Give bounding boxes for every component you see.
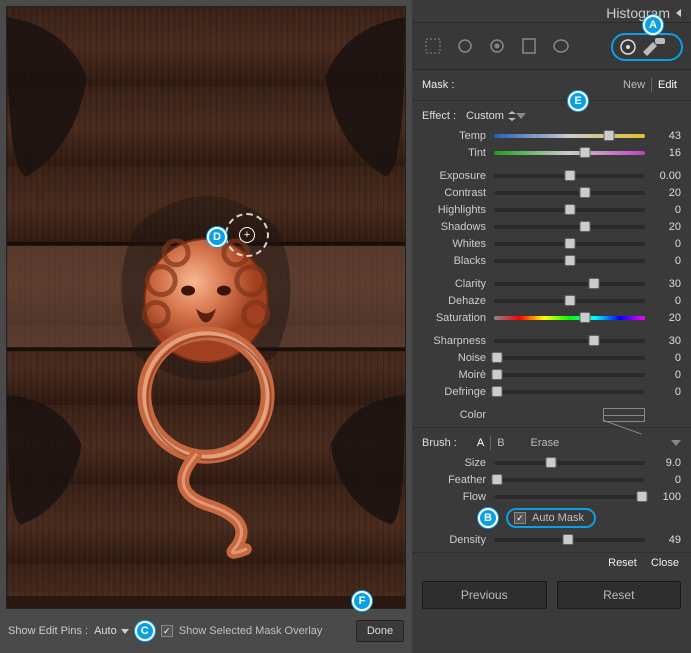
- image-canvas[interactable]: + D: [6, 6, 406, 609]
- slider-blacks[interactable]: [494, 259, 645, 263]
- mask-new-button[interactable]: New: [619, 79, 649, 91]
- slider-label-noise: Noise: [422, 352, 494, 364]
- callout-c: C: [135, 621, 155, 641]
- slider-value-dehaze: 0: [645, 295, 681, 307]
- brush-cursor: +: [225, 213, 269, 257]
- reset-button[interactable]: Reset: [557, 581, 682, 609]
- slider-label-moirè: Moirè: [422, 369, 494, 381]
- slider-label-defringe: Defringe: [422, 386, 494, 398]
- slider-temp[interactable]: [494, 134, 645, 138]
- previous-button[interactable]: Previous: [422, 581, 547, 609]
- slider-value-blacks: 0: [645, 255, 681, 267]
- effect-disclosure-icon[interactable]: [516, 113, 526, 119]
- slider-label-exposure: Exposure: [422, 170, 494, 182]
- slider-label-sharpness: Sharpness: [422, 335, 494, 347]
- auto-mask-label: Auto Mask: [532, 512, 584, 524]
- callout-a: A: [643, 15, 663, 35]
- local-adjustment-toolstrip: A: [412, 22, 691, 70]
- brush-a-button[interactable]: A: [473, 437, 488, 449]
- spot-tool-icon[interactable]: [454, 35, 476, 57]
- slider-label-size: Size: [422, 457, 494, 469]
- slider-flow[interactable]: [494, 495, 645, 499]
- slider-density[interactable]: [494, 538, 645, 542]
- slider-value-clarity: 30: [645, 278, 681, 290]
- slider-defringe[interactable]: [494, 390, 645, 394]
- slider-value-shadows: 20: [645, 221, 681, 233]
- effect-label: Effect :: [422, 110, 456, 122]
- slider-value-saturation: 20: [645, 312, 681, 324]
- mask-edit-button[interactable]: Edit: [654, 79, 681, 91]
- show-mask-overlay-checkbox[interactable]: ✓ Show Selected Mask Overlay: [161, 625, 323, 637]
- slider-value-exposure: 0.00: [645, 170, 681, 182]
- slider-tint[interactable]: [494, 151, 645, 155]
- panel-reset-button[interactable]: Reset: [608, 557, 637, 569]
- callout-e: E: [568, 91, 588, 111]
- show-edit-pins-label: Show Edit Pins :: [8, 625, 88, 637]
- slider-label-dehaze: Dehaze: [422, 295, 494, 307]
- slider-size[interactable]: [494, 461, 645, 465]
- color-swatch-picker[interactable]: [603, 408, 645, 422]
- slider-exposure[interactable]: [494, 174, 645, 178]
- slider-whites[interactable]: [494, 242, 645, 246]
- slider-label-highlights: Highlights: [422, 204, 494, 216]
- crop-tool-icon[interactable]: [422, 35, 444, 57]
- edit-pins-mode-dropdown[interactable]: Auto: [94, 625, 129, 637]
- slider-contrast[interactable]: [494, 191, 645, 195]
- color-label: Color: [422, 409, 494, 421]
- slider-feather[interactable]: [494, 478, 645, 482]
- brush-b-button[interactable]: B: [493, 437, 508, 449]
- slider-label-blacks: Blacks: [422, 255, 494, 267]
- slider-value-defringe: 0: [645, 386, 681, 398]
- slider-label-flow: Flow: [422, 491, 494, 503]
- slider-value-size: 9.0: [645, 457, 681, 469]
- redeye-tool-icon[interactable]: [486, 35, 508, 57]
- slider-label-shadows: Shadows: [422, 221, 494, 233]
- slider-value-whites: 0: [645, 238, 681, 250]
- slider-label-saturation: Saturation: [422, 312, 494, 324]
- slider-highlights[interactable]: [494, 208, 645, 212]
- slider-clarity[interactable]: [494, 282, 645, 286]
- brush-tool-active[interactable]: [611, 33, 683, 61]
- slider-value-sharpness: 30: [645, 335, 681, 347]
- slider-value-temp: 43: [645, 130, 681, 142]
- callout-f: F: [352, 591, 372, 611]
- slider-value-flow: 100: [645, 491, 681, 503]
- brush-erase-button[interactable]: Erase: [527, 437, 564, 449]
- slider-value-feather: 0: [645, 474, 681, 486]
- effect-preset-dropdown[interactable]: Custom: [466, 110, 516, 122]
- radial-tool-icon[interactable]: [550, 35, 572, 57]
- slider-value-density: 49: [645, 534, 681, 546]
- panel-close-button[interactable]: Close: [651, 557, 679, 569]
- mask-label: Mask :: [422, 79, 454, 91]
- slider-moirè[interactable]: [494, 373, 645, 377]
- slider-shadows[interactable]: [494, 225, 645, 229]
- slider-label-clarity: Clarity: [422, 278, 494, 290]
- slider-label-contrast: Contrast: [422, 187, 494, 199]
- brush-disclosure-icon[interactable]: [671, 440, 681, 446]
- slider-value-tint: 16: [645, 147, 681, 159]
- slider-value-highlights: 0: [645, 204, 681, 216]
- slider-dehaze[interactable]: [494, 299, 645, 303]
- slider-noise[interactable]: [494, 356, 645, 360]
- slider-label-feather: Feather: [422, 474, 494, 486]
- slider-value-noise: 0: [645, 352, 681, 364]
- callout-b: B: [478, 508, 498, 528]
- brush-label: Brush :: [422, 437, 457, 449]
- slider-label-tint: Tint: [422, 147, 494, 159]
- slider-label-whites: Whites: [422, 238, 494, 250]
- show-mask-overlay-label: Show Selected Mask Overlay: [179, 625, 323, 637]
- slider-saturation[interactable]: [494, 316, 645, 320]
- callout-d: D: [207, 227, 227, 247]
- gradient-tool-icon[interactable]: [518, 35, 540, 57]
- slider-value-contrast: 20: [645, 187, 681, 199]
- auto-mask-checkbox[interactable]: ✓ Auto Mask: [506, 508, 596, 528]
- slider-label-temp: Temp: [422, 130, 494, 142]
- slider-label-density: Density: [422, 534, 494, 546]
- slider-sharpness[interactable]: [494, 339, 645, 343]
- done-button[interactable]: Done: [356, 620, 404, 642]
- panel-collapse-icon[interactable]: [676, 9, 681, 17]
- slider-value-moirè: 0: [645, 369, 681, 381]
